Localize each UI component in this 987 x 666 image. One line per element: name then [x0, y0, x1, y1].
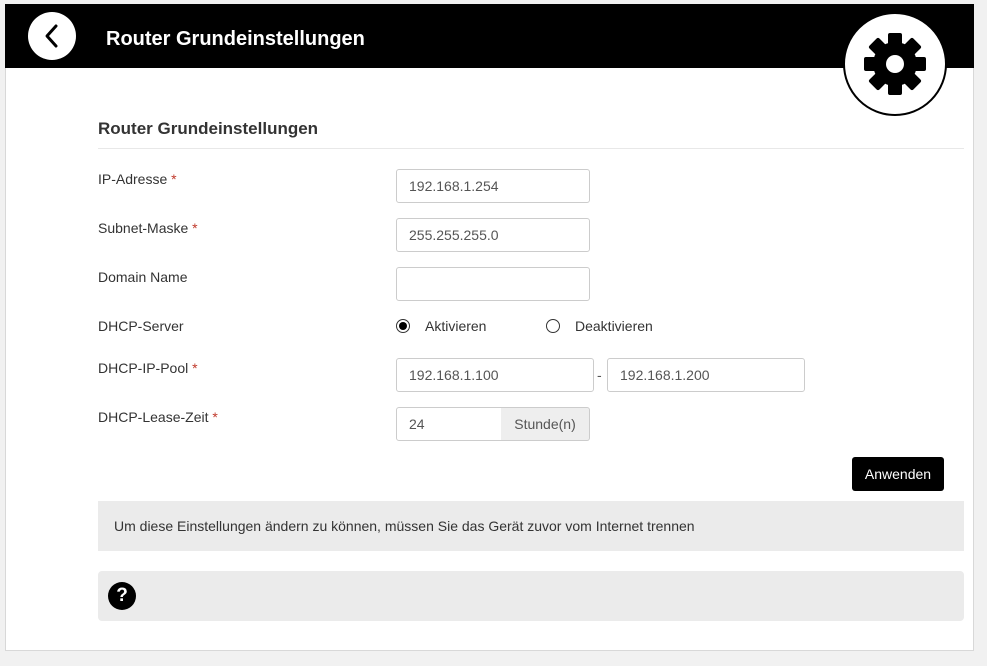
domain-name-input[interactable] — [396, 267, 590, 301]
radio-button-selected[interactable] — [396, 319, 410, 333]
settings-badge — [843, 12, 947, 116]
apply-button[interactable]: Anwenden — [852, 457, 944, 491]
lease-unit-addon: Stunde(n) — [501, 407, 590, 441]
dhcp-pool-label: DHCP-IP-Pool * — [98, 360, 198, 376]
subnet-mask-label-text: Subnet-Maske — [98, 220, 189, 236]
ip-address-label: IP-Adresse * — [98, 171, 177, 187]
required-marker: * — [212, 409, 218, 425]
back-button[interactable] — [28, 12, 76, 60]
dhcp-pool-label-text: DHCP-IP-Pool — [98, 360, 189, 376]
section-divider — [98, 148, 964, 149]
dhcp-enable-radio[interactable]: Aktivieren — [396, 318, 486, 334]
domain-name-label: Domain Name — [98, 269, 188, 285]
dhcp-lease-input[interactable] — [396, 407, 502, 441]
dhcp-disable-radio[interactable]: Deaktivieren — [546, 318, 653, 334]
ip-address-input[interactable] — [396, 169, 590, 203]
section-title: Router Grundeinstellungen — [98, 119, 319, 138]
required-marker: * — [171, 171, 177, 187]
dhcp-pool-start-input[interactable] — [396, 358, 594, 392]
subnet-mask-label: Subnet-Maske * — [98, 220, 198, 236]
dhcp-disable-label: Deaktivieren — [575, 318, 653, 334]
info-notice: Um diese Einstellungen ändern zu können,… — [98, 501, 964, 551]
gear-icon — [864, 33, 926, 95]
ip-address-label-text: IP-Adresse — [98, 171, 168, 187]
radio-dot — [399, 322, 407, 330]
chevron-left-icon — [45, 24, 58, 48]
dhcp-lease-label: DHCP-Lease-Zeit * — [98, 409, 218, 425]
required-marker: * — [192, 360, 198, 376]
required-marker: * — [192, 220, 198, 236]
notice-text: Um diese Einstellungen ändern zu können,… — [114, 518, 695, 534]
dhcp-enable-label: Aktivieren — [425, 318, 487, 334]
page-title: Router Grundeinstellungen — [106, 28, 365, 50]
help-panel: ? — [98, 571, 964, 621]
header-bar: Router Grundeinstellungen — [5, 4, 974, 68]
subnet-mask-input[interactable] — [396, 218, 590, 252]
help-icon[interactable]: ? — [108, 582, 136, 610]
radio-button[interactable] — [546, 319, 560, 333]
dhcp-lease-label-text: DHCP-Lease-Zeit — [98, 409, 209, 425]
dhcp-pool-end-input[interactable] — [607, 358, 805, 392]
dhcp-server-label: DHCP-Server — [98, 318, 184, 334]
range-separator: - — [597, 367, 602, 383]
